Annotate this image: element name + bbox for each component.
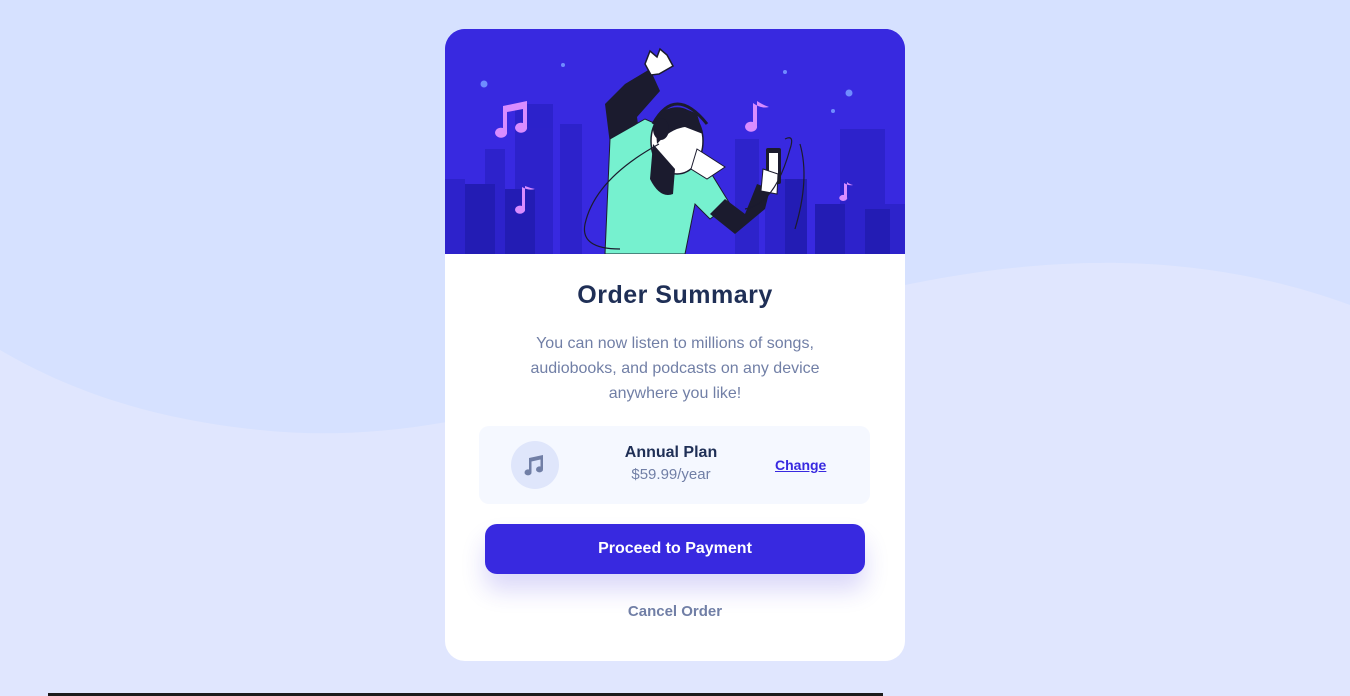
change-plan-link[interactable]: Change xyxy=(775,457,826,473)
proceed-to-payment-button[interactable]: Proceed to Payment xyxy=(485,524,865,574)
hero-illustration xyxy=(445,29,905,254)
page-title: Order Summary xyxy=(577,281,773,309)
order-summary-card: Order Summary You can now listen to mill… xyxy=(445,29,905,661)
plan-price: $59.99/year xyxy=(631,466,711,483)
plan-name: Annual Plan xyxy=(624,444,718,461)
plan-panel: Annual Plan $59.99/year Change xyxy=(479,426,870,504)
cancel-order-button[interactable]: Cancel Order xyxy=(575,603,775,620)
hero-illustration-svg xyxy=(445,29,905,254)
music-note-icon xyxy=(511,441,559,489)
order-description: You can now listen to millions of songs,… xyxy=(530,335,820,402)
